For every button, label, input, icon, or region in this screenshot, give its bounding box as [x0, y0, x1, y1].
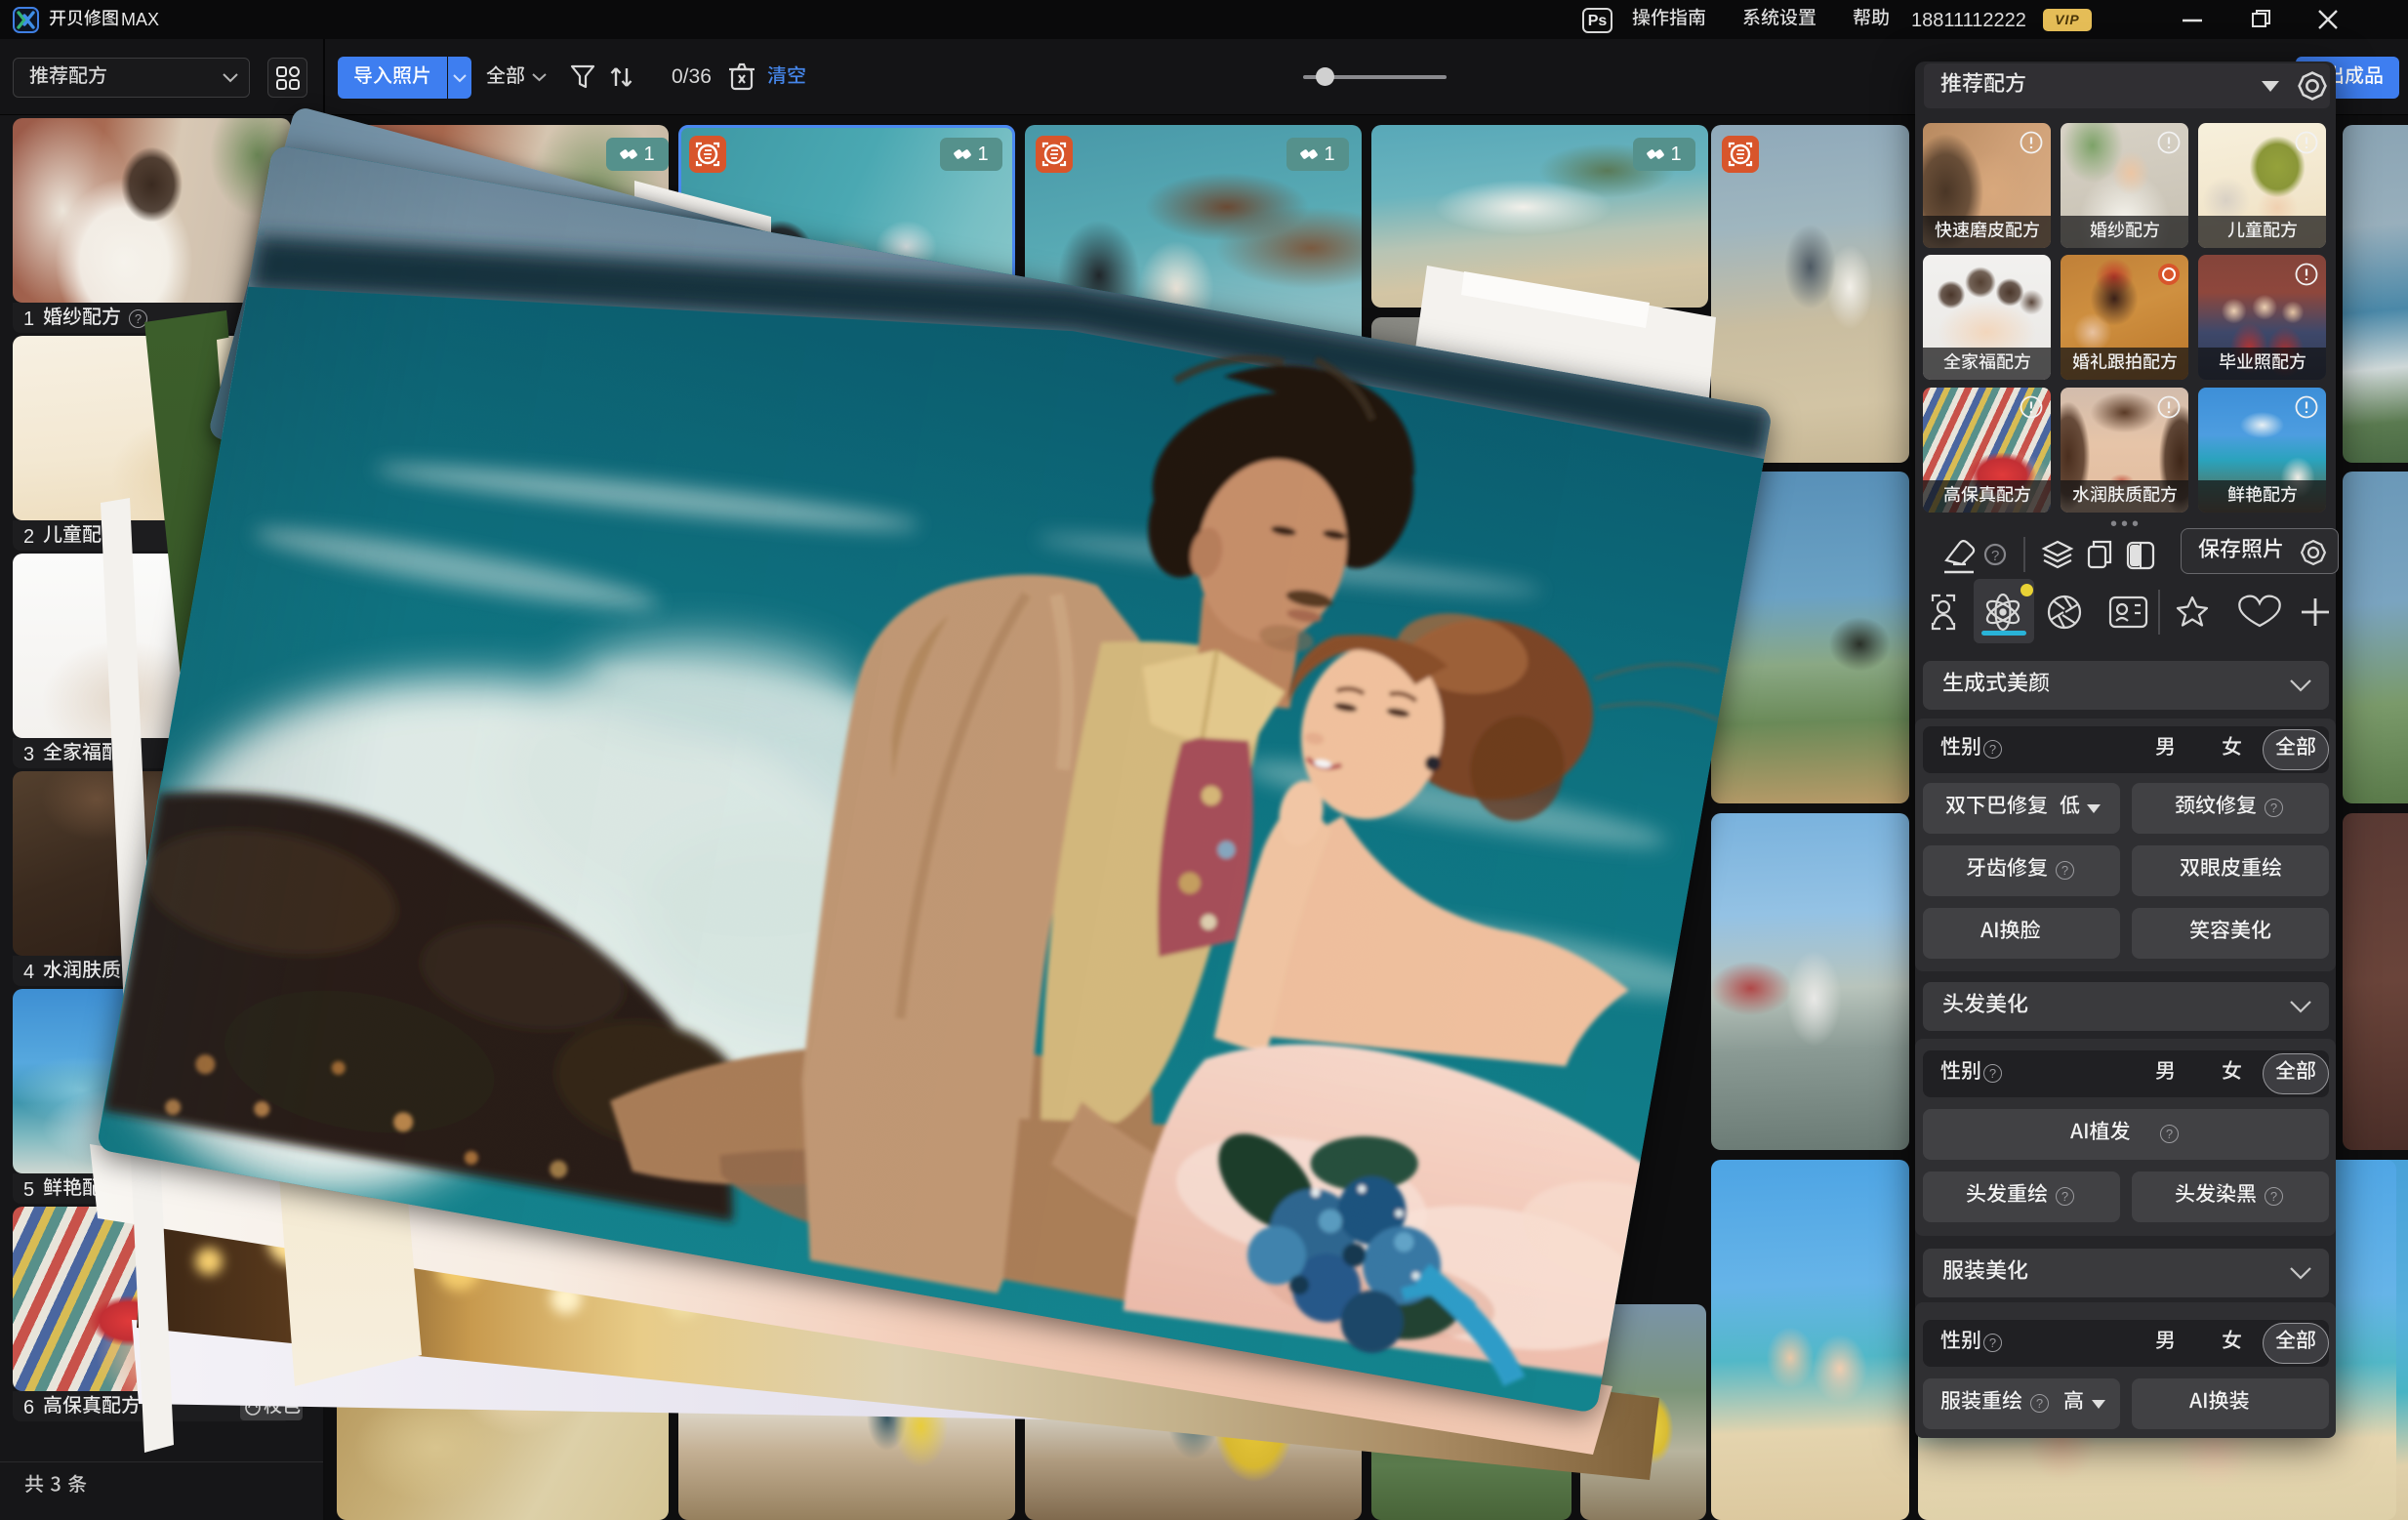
svg-text:?: ? — [1991, 548, 1999, 564]
